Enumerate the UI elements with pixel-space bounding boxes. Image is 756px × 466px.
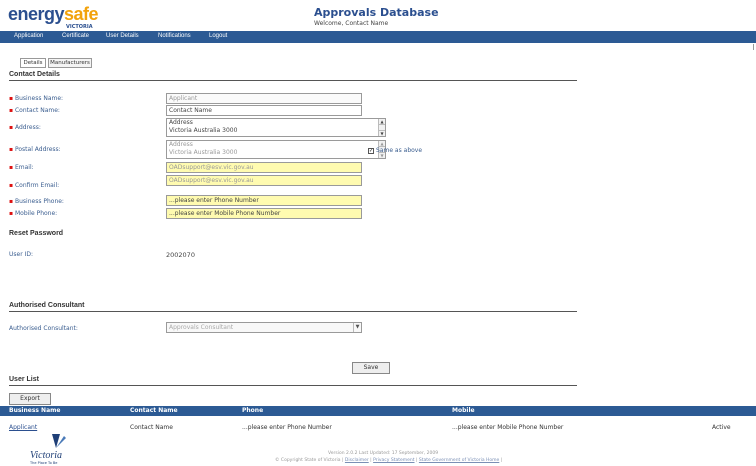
contact-details-heading: Contact Details xyxy=(9,71,60,78)
logo-subtitle: VICTORIA xyxy=(66,24,93,30)
welcome-text: Welcome, Contact Name xyxy=(314,20,389,27)
email-label: ▪ Email: xyxy=(9,164,34,171)
postal-address-label: ▪ Postal Address: xyxy=(9,146,61,153)
nav-certificate[interactable]: Certificate xyxy=(62,33,89,39)
disclaimer-link[interactable]: Disclaimer xyxy=(345,458,369,463)
section-divider xyxy=(9,311,577,312)
row-mobile: ...please enter Mobile Phone Number xyxy=(452,424,564,431)
same-as-above-checkbox[interactable]: ✓ Same as above xyxy=(368,147,422,154)
column-header-mobile[interactable]: Mobile xyxy=(452,407,475,414)
column-header-phone[interactable]: Phone xyxy=(242,407,263,414)
column-header-contact-name[interactable]: Contact Name xyxy=(130,407,178,414)
user-id-label: User ID: xyxy=(9,251,33,258)
address-line-2: Victoria Australia 3000 xyxy=(169,126,238,134)
authorised-consultant-heading: Authorised Consultant xyxy=(9,302,85,309)
address-label: ▪ Address: xyxy=(9,124,41,131)
row-phone: ...please enter Phone Number xyxy=(242,424,332,431)
business-name-field[interactable]: Applicant xyxy=(166,93,362,104)
copyright-text: © Copyright State of Victoria | xyxy=(275,458,344,463)
address-scrollbar[interactable]: ▲ ▼ xyxy=(378,119,385,136)
victoria-wordmark: Victoria xyxy=(30,450,63,461)
nav-logout[interactable]: Logout xyxy=(209,33,227,39)
confirm-email-field[interactable]: OADsupport@esv.vic.gov.au xyxy=(166,175,362,186)
reset-password-heading: Reset Password xyxy=(9,230,64,237)
nav-user-details[interactable]: User Details xyxy=(106,33,139,39)
chevron-down-icon: ▼ xyxy=(353,323,361,332)
user-id-value: 2002070 xyxy=(166,251,195,259)
postal-address-line-2: Victoria Australia 3000 xyxy=(169,148,238,156)
section-divider xyxy=(9,80,577,81)
nav-application[interactable]: Application xyxy=(14,33,43,39)
export-button[interactable]: Export xyxy=(9,393,51,405)
row-contact-name: Contact Name xyxy=(130,424,173,431)
user-list-heading: User List xyxy=(9,376,39,383)
tab-details[interactable]: Details xyxy=(20,58,46,68)
footer-links: © Copyright State of Victoria | Disclaim… xyxy=(275,458,503,463)
privacy-link[interactable]: Privacy Statement xyxy=(373,458,414,463)
postal-address-field[interactable]: Address Victoria Australia 3000 ▲ ▼ xyxy=(166,140,386,159)
contact-name-label: ▪ Contact Name: xyxy=(9,107,60,114)
address-field[interactable]: Address Victoria Australia 3000 ▲ ▼ xyxy=(166,118,386,137)
victoria-tagline: The Place To Be xyxy=(30,461,58,465)
column-header-business-name[interactable]: Business Name xyxy=(9,407,60,414)
nav-notifications[interactable]: Notifications xyxy=(158,33,191,39)
save-button[interactable]: Save xyxy=(352,362,390,374)
business-phone-label: ▪ Business Phone: xyxy=(9,198,64,205)
postal-address-line-1: Address xyxy=(169,141,193,148)
row-business-link[interactable]: Applicant xyxy=(9,424,37,431)
energysafe-logo: energysafe xyxy=(8,4,99,24)
version-text: Version 2.0.2 Last Updated: 17 September… xyxy=(328,451,439,456)
mobile-phone-field[interactable]: ...please enter Mobile Phone Number xyxy=(166,208,362,219)
confirm-email-label: ▪ Confirm Email: xyxy=(9,182,60,189)
authorised-consultant-label: Authorised Consultant: xyxy=(9,325,78,332)
page-title: Approvals Database xyxy=(314,6,439,19)
contact-name-field[interactable]: Contact Name xyxy=(166,105,362,116)
row-status: Active xyxy=(712,424,731,431)
mobile-phone-label: ▪ Mobile Phone: xyxy=(9,210,58,217)
section-divider xyxy=(9,385,577,386)
user-table-header: Business Name Contact Name Phone Mobile xyxy=(0,406,756,416)
business-name-label: ▪ Business Name: xyxy=(9,95,64,102)
top-navbar: Application Certificate User Details Not… xyxy=(0,31,756,43)
address-line-1: Address xyxy=(169,119,193,126)
victoria-home-link[interactable]: State Government of Victoria Home xyxy=(419,458,499,463)
tab-manufacturers[interactable]: Manufacturers xyxy=(48,58,92,68)
authorised-consultant-select[interactable]: Approvals Consultant ▼ xyxy=(166,322,362,333)
business-phone-field[interactable]: ...please enter Phone Number xyxy=(166,195,362,206)
checkbox-checked-icon: ✓ xyxy=(368,147,374,154)
email-field[interactable]: OADsupport@esv.vic.gov.au xyxy=(166,162,362,173)
